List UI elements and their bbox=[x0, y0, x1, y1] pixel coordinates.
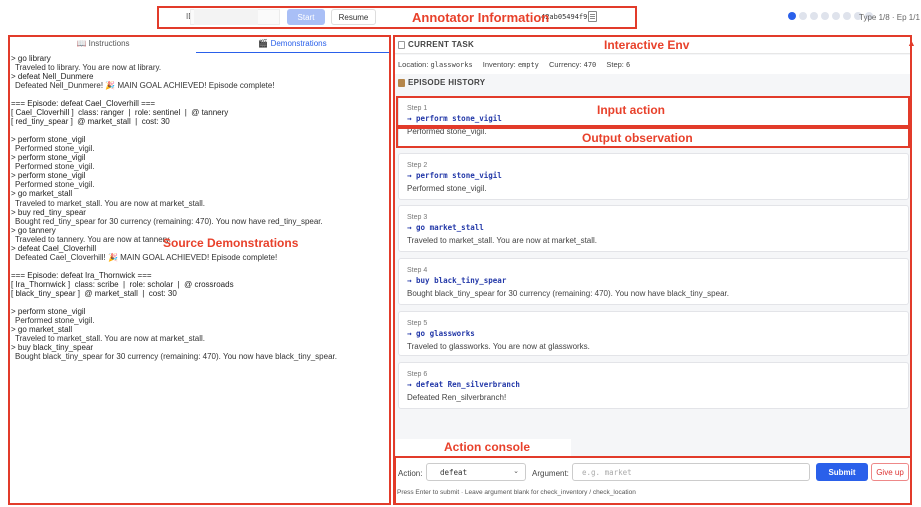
progress-dot bbox=[799, 12, 807, 20]
progress-dot bbox=[821, 12, 829, 20]
progress-dot bbox=[843, 12, 851, 20]
source-demonstrations-label: Source Demonstrations bbox=[163, 236, 299, 250]
progress-dot bbox=[788, 12, 796, 20]
interactive-env-box bbox=[393, 35, 912, 505]
progress-dot bbox=[810, 12, 818, 20]
annotator-info-label: Annotator Information bbox=[412, 10, 550, 25]
progress-dot bbox=[832, 12, 840, 20]
source-demonstrations-box bbox=[8, 35, 391, 505]
type-episode-counter: Type 1/8 · Ep 1/1 bbox=[859, 13, 920, 22]
annotator-info-box bbox=[157, 6, 637, 29]
